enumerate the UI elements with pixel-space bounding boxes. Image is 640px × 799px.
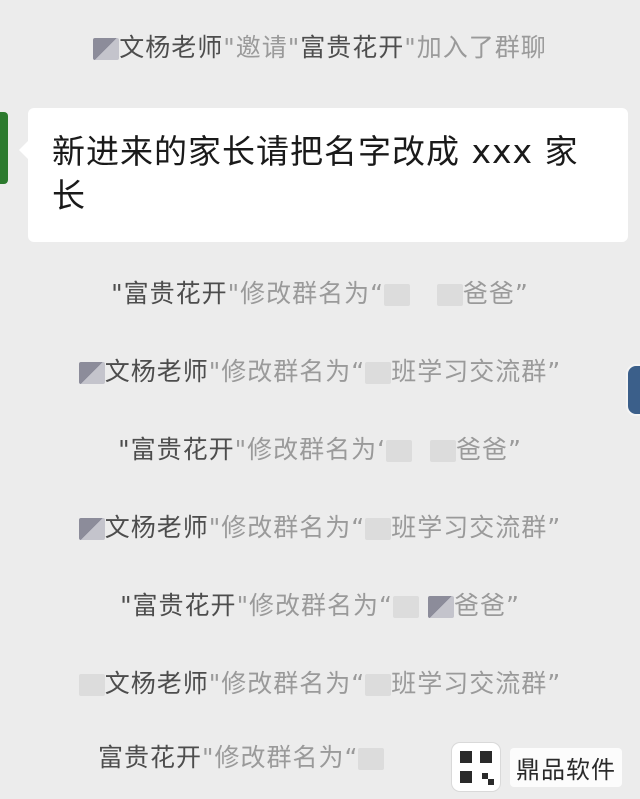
- system-text: "修改群名为“: [202, 743, 359, 772]
- blurred-name: [427, 596, 454, 618]
- system-text: "邀请": [223, 33, 301, 62]
- member-name[interactable]: 文杨老师: [105, 357, 209, 386]
- qr-logo-icon: [452, 743, 500, 791]
- system-text: 班学习交流群”: [391, 357, 562, 386]
- member-name[interactable]: 文杨老师: [105, 669, 209, 698]
- system-text: "修改群名为‘: [234, 435, 387, 464]
- system-text: 班学习交流群”: [391, 513, 562, 542]
- member-name[interactable]: "富贵花开: [118, 435, 235, 464]
- member-name[interactable]: "富贵花开: [111, 279, 228, 308]
- chat-area: 文杨老师"邀请"富贵花开"加入了群聊 新进来的家长请把名字改成 xxx 家长 "…: [0, 0, 640, 799]
- sender-avatar[interactable]: [0, 112, 8, 184]
- message-bubble-wrap: 新进来的家长请把名字改成 xxx 家长: [19, 108, 628, 242]
- system-message: "富贵花开"修改群名为‘ 爸爸”: [0, 432, 640, 468]
- blurred-name: [436, 284, 463, 306]
- blurred-name: [384, 284, 411, 306]
- system-text: "修改群名为“: [236, 591, 394, 620]
- message-text: 新进来的家长请把名字改成 xxx 家长: [52, 132, 579, 215]
- watermark: 鼎品软件: [452, 743, 622, 791]
- system-text: "修改群名为“: [208, 357, 366, 386]
- member-name[interactable]: 富贵花开: [98, 743, 202, 772]
- system-message: "富贵花开"修改群名为“ 爸爸”: [0, 588, 640, 624]
- invitee-name[interactable]: 富贵花开: [300, 33, 404, 62]
- system-message-invite: 文杨老师"邀请"富贵花开"加入了群聊: [0, 30, 640, 66]
- system-text: "修改群名为“: [208, 513, 366, 542]
- blurred-name: [365, 674, 392, 696]
- system-message: 文杨老师"修改群名为“ 班学习交流群”: [0, 510, 640, 546]
- inviter-name[interactable]: 文杨老师: [119, 33, 223, 62]
- system-text: 爸爸”: [462, 279, 529, 308]
- blurred-name: [365, 518, 392, 540]
- watermark-text: 鼎品软件: [510, 747, 622, 787]
- blurred-name: [78, 362, 105, 384]
- blurred-name: [358, 748, 385, 770]
- system-message: "富贵花开"修改群名为“ 爸爸”: [0, 276, 640, 312]
- blurred-name: [429, 440, 456, 462]
- system-text: 班学习交流群”: [391, 669, 562, 698]
- blurred-name: [393, 596, 420, 618]
- blurred-name: [78, 674, 105, 696]
- blurred-name: [93, 38, 120, 60]
- system-text: "修改群名为“: [227, 279, 385, 308]
- blurred-name: [365, 362, 392, 384]
- message-bubble[interactable]: 新进来的家长请把名字改成 xxx 家长: [28, 108, 628, 242]
- system-text: 爸爸”: [455, 435, 522, 464]
- system-message: 文杨老师"修改群名为“ 班学习交流群”: [0, 354, 640, 390]
- system-message: 文杨老师"修改群名为“ 班学习交流群”: [0, 666, 640, 702]
- system-text: "修改群名为“: [208, 669, 366, 698]
- system-text: 爸爸”: [453, 591, 520, 620]
- blurred-name: [78, 518, 105, 540]
- system-text: "加入了群聊: [404, 33, 547, 62]
- blurred-name: [386, 440, 413, 462]
- member-name[interactable]: "富贵花开: [120, 591, 237, 620]
- member-name[interactable]: 文杨老师: [105, 513, 209, 542]
